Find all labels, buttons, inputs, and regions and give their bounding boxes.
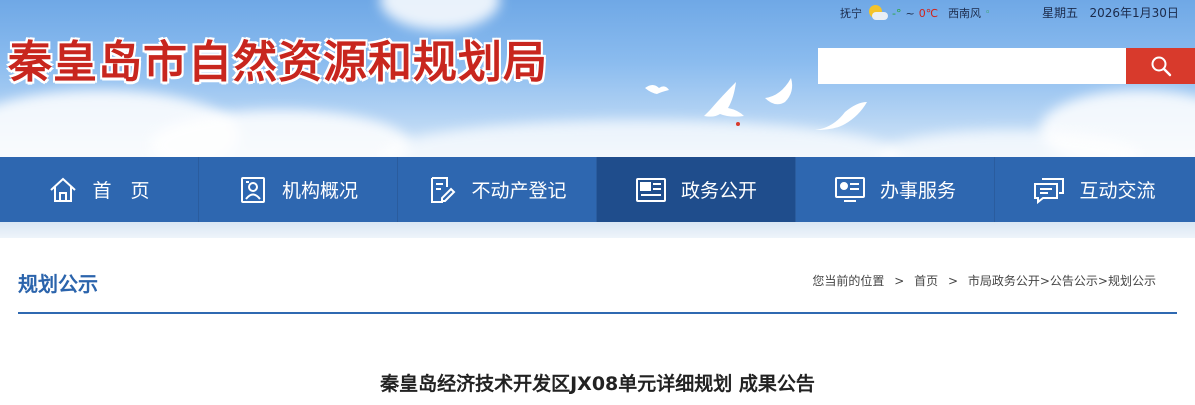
weather-city: 抚宁 [840, 7, 862, 20]
nav-item-home[interactable]: 首 页 [0, 157, 199, 222]
main-content: 规划公示 您当前的位置 > 首页 > 市局政务公开>公告公示>规划公示 秦皇岛经… [18, 238, 1177, 405]
breadcrumb-link-path[interactable]: 市局政务公开>公告公示>规划公示 [968, 274, 1156, 288]
chat-icon [1034, 177, 1065, 204]
org-icon [240, 176, 265, 203]
nav-item-interaction[interactable]: 互动交流 [995, 157, 1194, 222]
register-icon [431, 176, 456, 203]
nav-item-services[interactable]: 办事服务 [796, 157, 995, 222]
nav-item-property-registration[interactable]: 不动产登记 [398, 157, 597, 222]
weather-temp-low: -° [892, 6, 902, 20]
wind-level-icon: ◦ [985, 8, 991, 18]
weather-temp-high: 0℃ [918, 6, 939, 20]
nav-item-label: 办事服务 [879, 180, 956, 202]
search-button[interactable] [1126, 48, 1195, 84]
weekday: 星期五 [1042, 6, 1079, 20]
nav-item-label: 不动产登记 [471, 180, 567, 202]
header-banner: 秦皇岛市自然资源和规划局 抚宁 -° ~ 0℃ 西南风 ◦ 星期五 2026年1… [0, 0, 1195, 157]
date-display: 星期五 2026年1月30日 [1042, 4, 1179, 21]
doves-decoration [645, 78, 867, 130]
site-title: 秦皇岛市自然资源和规划局 [8, 37, 548, 88]
nav-bottom-strip [0, 222, 1195, 238]
weather-temp-sep: ~ [905, 6, 915, 20]
breadcrumb-prefix: 您当前的位置 [812, 274, 885, 288]
main-nav: 首 页 机构概况 不动产登记 政务公开 办事服务 互动交流 [0, 157, 1195, 222]
service-icon [834, 176, 865, 202]
nav-item-label: 互动交流 [1079, 180, 1156, 202]
breadcrumb-separator: > [894, 274, 905, 288]
breadcrumb-link-home[interactable]: 首页 [914, 274, 938, 288]
breadcrumb-separator: > [947, 274, 959, 288]
section-title: 规划公示 [18, 272, 98, 296]
nav-item-label: 机构概况 [281, 180, 358, 202]
nav-item-label: 政务公开 [680, 180, 757, 202]
date: 2026年1月30日 [1089, 6, 1179, 20]
weather-wind: 西南风 [948, 7, 982, 20]
weather-widget: 抚宁 -° ~ 0℃ 西南风 ◦ [840, 4, 990, 22]
search-icon [1151, 56, 1171, 77]
nav-item-label: 首 页 [92, 180, 150, 202]
document-icon [635, 177, 666, 202]
nav-item-org[interactable]: 机构概况 [199, 157, 398, 222]
home-icon [50, 177, 77, 202]
nav-item-government-affairs[interactable]: 政务公开 [597, 157, 796, 222]
section-divider [18, 312, 1177, 314]
breadcrumb: 您当前的位置 > 首页 > 市局政务公开>公告公示>规划公示 [809, 272, 1159, 289]
article-title: 秦皇岛经济技术开发区JX08单元详细规划 成果公告 [380, 373, 815, 395]
partly-cloudy-icon [866, 5, 888, 21]
